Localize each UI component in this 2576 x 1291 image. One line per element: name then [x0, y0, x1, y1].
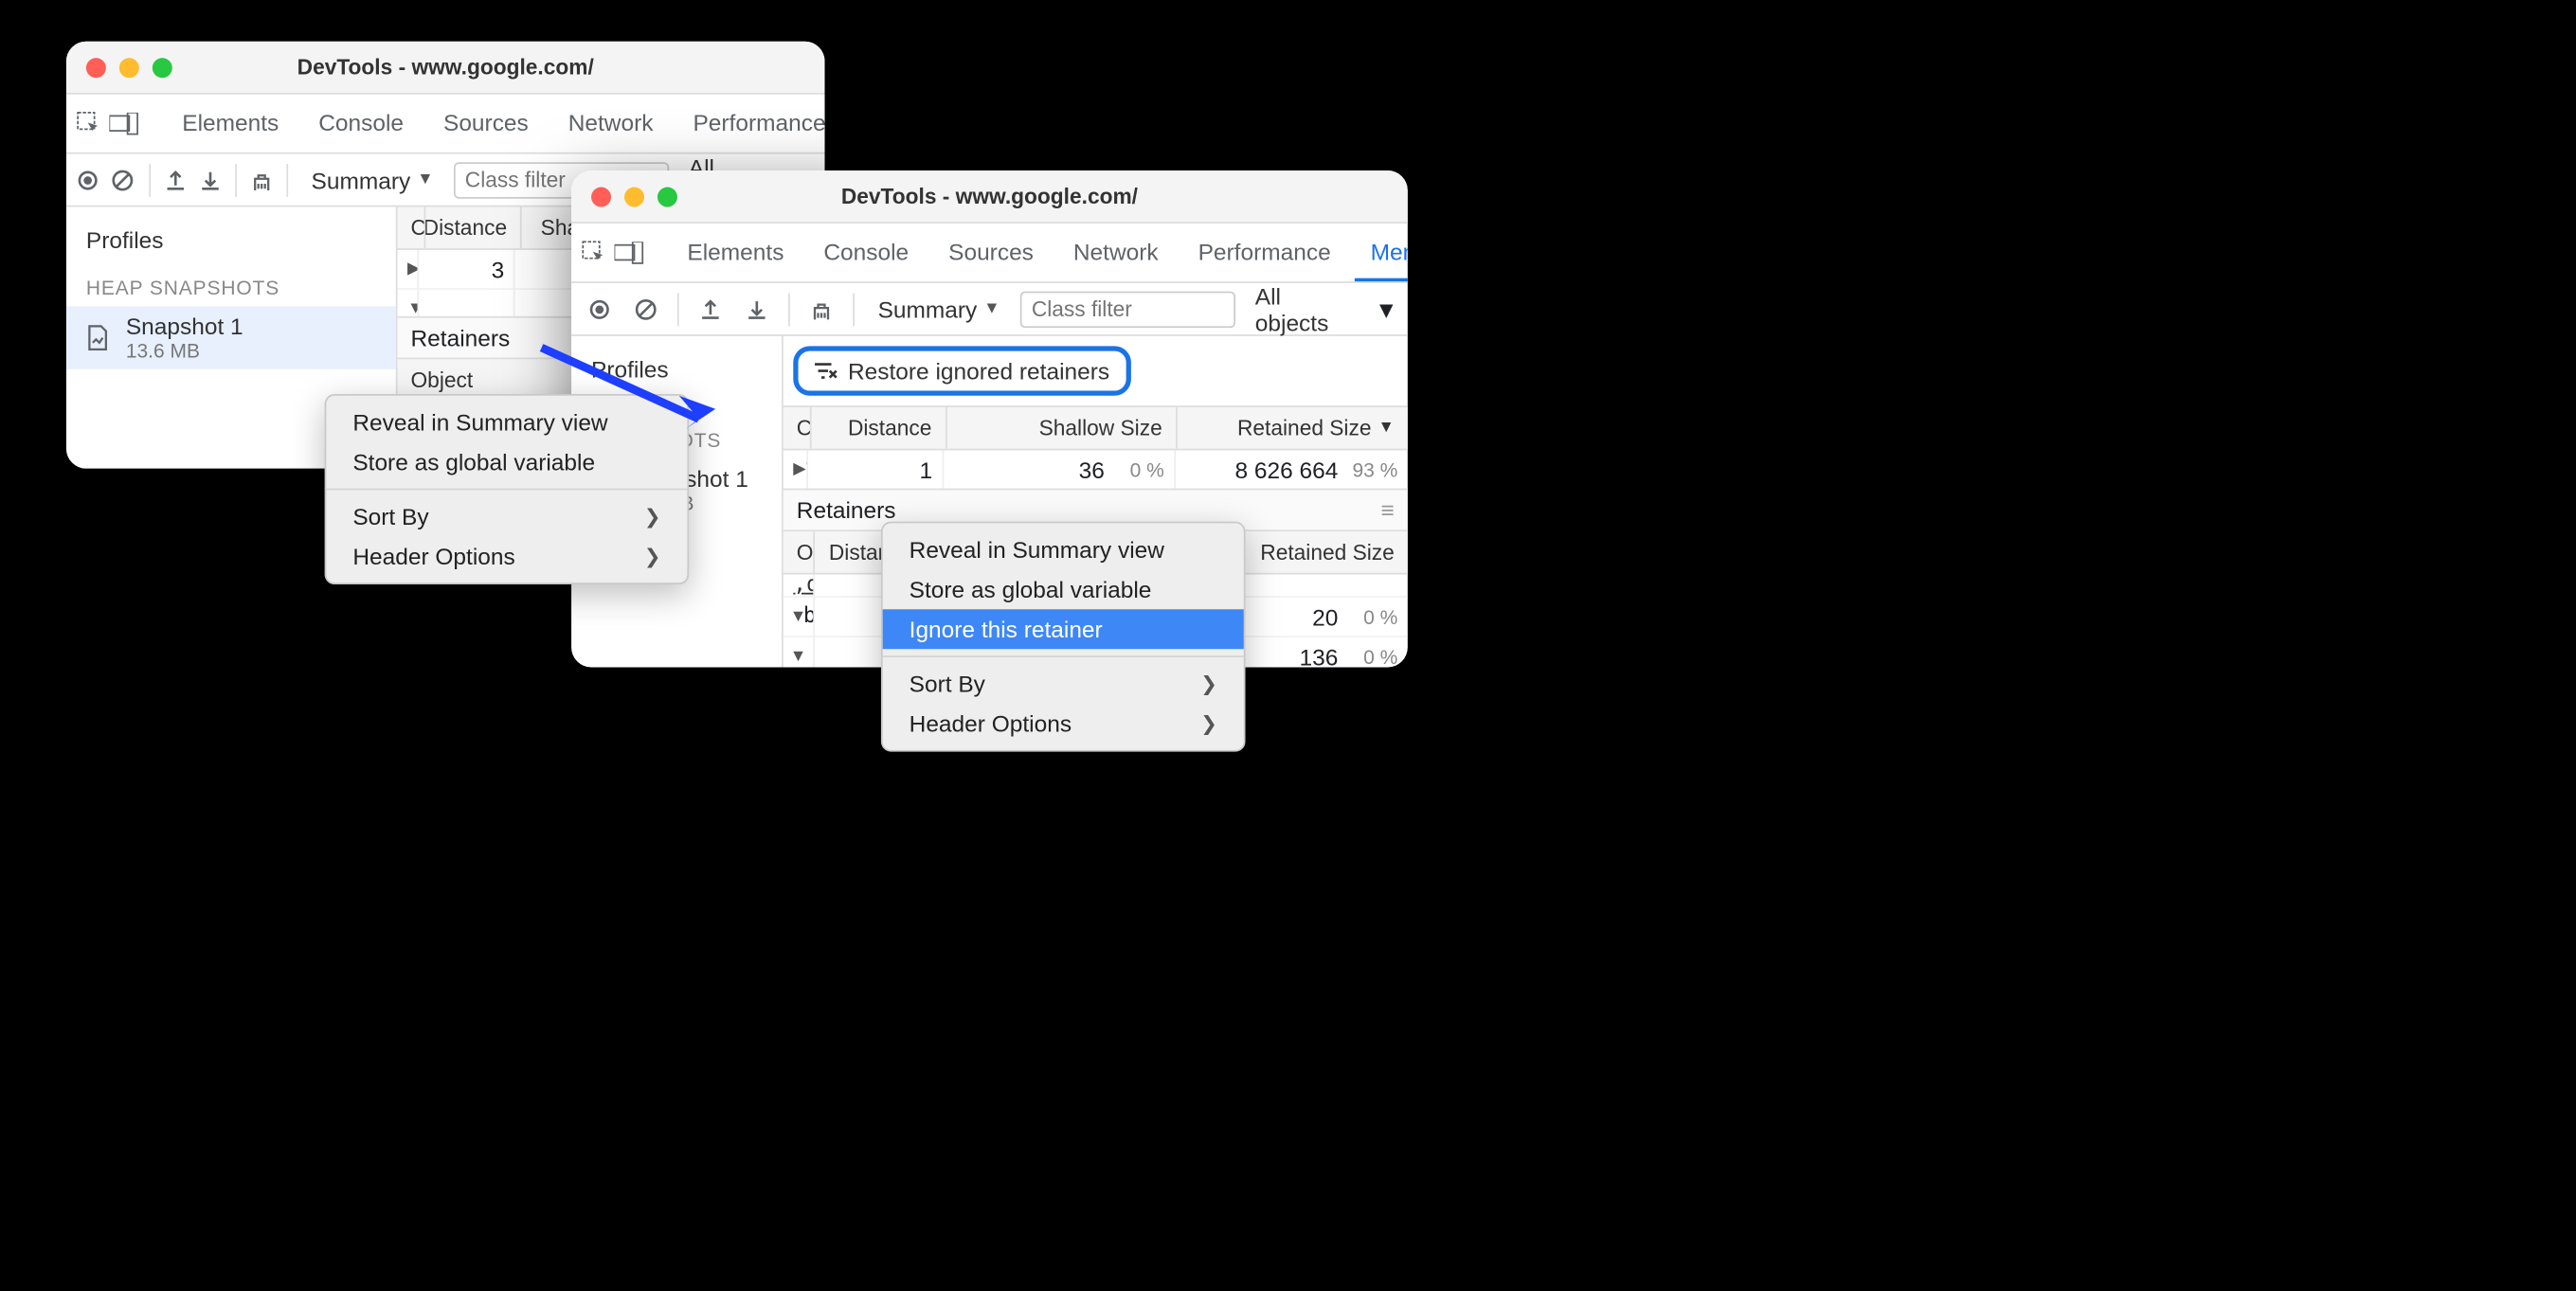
tabbar: Elements Console Sources Network Perform…	[66, 95, 825, 154]
ctx-ignore-retainer[interactable]: Ignore this retainer	[883, 609, 1244, 649]
ctx-header-options[interactable]: Header Options❯	[326, 536, 687, 576]
tab-elements[interactable]: Elements	[166, 95, 296, 152]
record-icon[interactable]	[582, 287, 619, 330]
tab-performance[interactable]: Performance	[676, 95, 825, 152]
constructors-header: Constructor Distance Shallow Size Retain…	[784, 407, 1408, 450]
import-icon[interactable]	[197, 158, 222, 201]
class-filter-input[interactable]	[1020, 291, 1235, 327]
tab-sources[interactable]: Sources	[427, 95, 546, 152]
memory-toolbar: Summary▼ All objects ▼	[571, 283, 1408, 336]
close-icon[interactable]	[591, 187, 611, 206]
tab-sources[interactable]: Sources	[932, 224, 1051, 281]
tab-performance[interactable]: Performance	[1181, 224, 1347, 281]
traffic-lights	[571, 187, 677, 206]
tab-console[interactable]: Console	[302, 95, 421, 152]
profiles-heading: Profiles	[66, 220, 396, 260]
zoom-icon[interactable]	[658, 187, 677, 206]
device-icon[interactable]	[615, 229, 644, 276]
col-distance[interactable]: Distance	[425, 207, 522, 249]
titlebar[interactable]: DevTools - www.google.com/	[66, 42, 825, 95]
context-menu: Reveal in Summary view Store as global v…	[881, 522, 1246, 752]
menu-icon[interactable]: ≡	[1381, 497, 1395, 524]
traffic-lights	[66, 57, 172, 77]
col-constructor[interactable]: Constructor	[784, 407, 812, 449]
ctx-sort[interactable]: Sort By❯	[883, 664, 1244, 704]
window-title: DevTools - www.google.com/	[571, 184, 1408, 208]
restore-ignored-retainers-button[interactable]: Restore ignored retainers	[793, 346, 1131, 395]
minimize-icon[interactable]	[624, 187, 644, 206]
constructors-grid: ▶Window / https://www.google.com 1 360 %…	[784, 450, 1408, 489]
col-constructor[interactable]: Constructor	[398, 207, 426, 249]
close-icon[interactable]	[86, 57, 106, 77]
tab-elements[interactable]: Elements	[671, 224, 801, 281]
tab-network[interactable]: Network	[1056, 224, 1175, 281]
inspect-icon[interactable]	[76, 100, 102, 147]
snapshot-icon	[82, 323, 112, 352]
tab-memory[interactable]: Memory	[1354, 224, 1408, 281]
col-object[interactable]: Object	[784, 532, 815, 574]
gc-icon[interactable]	[249, 158, 274, 201]
col-shallow[interactable]: Shallow Size	[946, 407, 1177, 449]
ctx-header-options[interactable]: Header Options❯	[883, 704, 1244, 744]
allobjects-dropdown[interactable]: All objects	[1245, 279, 1355, 339]
device-icon[interactable]	[109, 100, 138, 147]
inspect-icon[interactable]	[582, 229, 608, 276]
col-retained[interactable]: Retained Size▼	[1177, 407, 1407, 449]
ctx-store[interactable]: Store as global variable	[883, 569, 1244, 609]
view-dropdown[interactable]: Summary▼	[868, 293, 1010, 326]
minimize-icon[interactable]	[119, 57, 139, 77]
clear-icon[interactable]	[628, 287, 665, 330]
import-icon[interactable]	[739, 287, 776, 330]
annotation-arrow	[533, 339, 732, 439]
ctx-reveal[interactable]: Reveal in Summary view	[883, 529, 1244, 569]
table-row[interactable]: ▶Window / https://www.google.com 1 360 %…	[784, 450, 1408, 489]
tabbar: Elements Console Sources Network Perform…	[571, 224, 1408, 283]
snapshot-name: Snapshot 1	[126, 313, 243, 339]
col-distance[interactable]: Distance	[812, 407, 947, 449]
tab-network[interactable]: Network	[551, 95, 670, 152]
view-dropdown[interactable]: Summary▼	[301, 163, 443, 196]
tab-console[interactable]: Console	[807, 224, 926, 281]
snapshot-size: 13.6 MB	[126, 339, 243, 362]
heap-snapshots-heading: HEAP SNAPSHOTS	[66, 260, 396, 306]
snapshot-item[interactable]: Snapshot 1 13.6 MB	[66, 306, 396, 368]
ctx-sort[interactable]: Sort By❯	[326, 496, 687, 536]
titlebar[interactable]: DevTools - www.google.com/	[571, 170, 1408, 224]
ctx-store[interactable]: Store as global variable	[326, 442, 687, 482]
chevron-down-icon[interactable]: ▼	[1375, 296, 1397, 322]
export-icon[interactable]	[163, 158, 188, 201]
record-icon[interactable]	[76, 158, 100, 201]
gc-icon[interactable]	[803, 287, 840, 330]
zoom-icon[interactable]	[153, 57, 172, 77]
filter-clear-icon	[815, 361, 838, 381]
clear-icon[interactable]	[111, 158, 135, 201]
window-title: DevTools - www.google.com/	[66, 55, 825, 80]
export-icon[interactable]	[693, 287, 730, 330]
